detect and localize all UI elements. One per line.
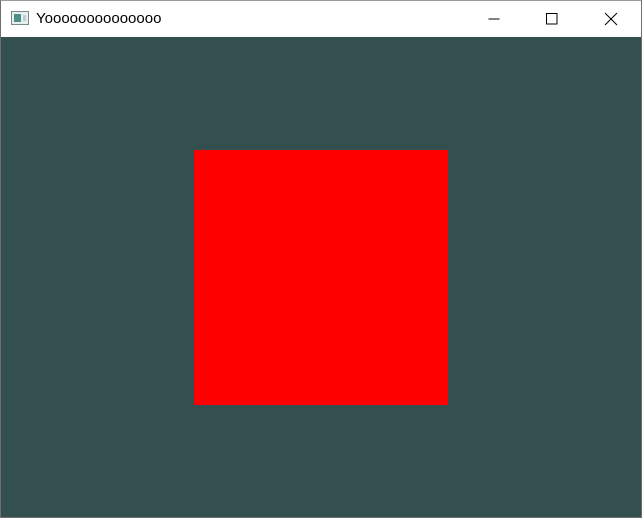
app-icon-pane bbox=[14, 14, 21, 22]
title-bar[interactable]: Yoooooooooooooo bbox=[1, 1, 641, 37]
render-canvas[interactable] bbox=[1, 37, 641, 517]
maximize-icon bbox=[546, 13, 558, 25]
application-window-icon[interactable] bbox=[11, 11, 29, 25]
minimize-icon bbox=[488, 18, 500, 20]
red-square bbox=[194, 150, 448, 405]
app-icon-pane-secondary bbox=[23, 15, 26, 21]
minimize-button[interactable] bbox=[465, 1, 523, 37]
maximize-button[interactable] bbox=[523, 1, 581, 37]
close-icon bbox=[604, 12, 618, 26]
app-window: Yoooooooooooooo bbox=[0, 0, 642, 518]
close-button[interactable] bbox=[581, 1, 641, 37]
window-title: Yoooooooooooooo bbox=[36, 10, 162, 27]
